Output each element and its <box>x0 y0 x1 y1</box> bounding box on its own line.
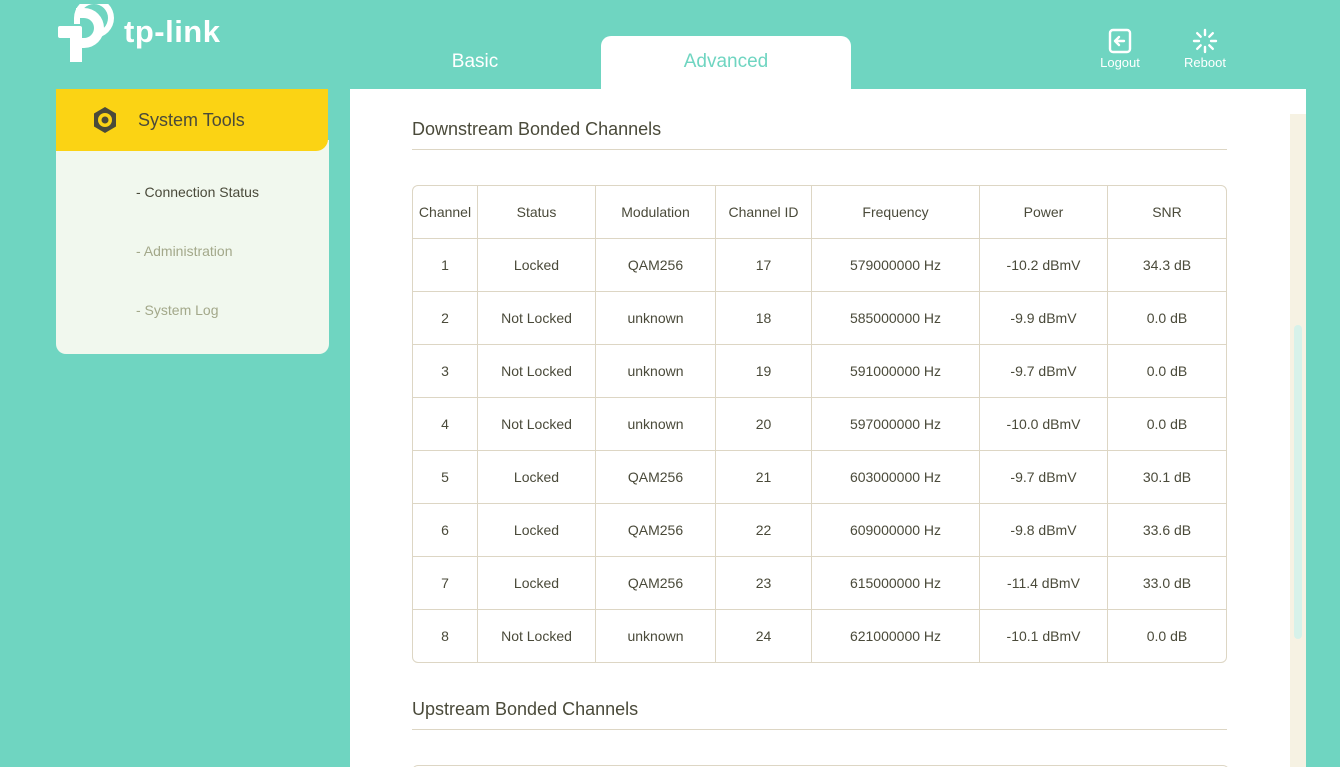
downstream-table: Channel Status Modulation Channel ID Fre… <box>412 185 1227 663</box>
tp-link-logo-icon <box>58 4 114 62</box>
cell-channel-id: 20 <box>716 398 812 451</box>
cell-frequency: 597000000 Hz <box>812 398 980 451</box>
tab-basic[interactable]: Basic <box>350 36 600 90</box>
cell-channel: 5 <box>413 451 478 504</box>
cell-channel-id: 21 <box>716 451 812 504</box>
downstream-title: Downstream Bonded Channels <box>412 119 662 139</box>
cell-status: Not Locked <box>478 398 596 451</box>
cell-channel: 6 <box>413 504 478 557</box>
logout-button[interactable]: Logout <box>1088 28 1152 70</box>
logo-text: tp-link <box>124 14 221 49</box>
cell-power: -10.1 dBmV <box>980 610 1108 662</box>
column-header-power: Power <box>980 186 1108 239</box>
cell-channel: 7 <box>413 557 478 610</box>
sidebar-item-system-log[interactable]: - System Log <box>136 302 259 361</box>
table-row: 5 Locked QAM256 21 603000000 Hz -9.7 dBmV 30.1… <box>413 451 1226 504</box>
cell-snr: 0.0 dB <box>1108 292 1226 345</box>
table-row: 7 Locked QAM256 23 615000000 Hz -11.4 dBmV 33.… <box>413 557 1226 610</box>
cell-snr: 33.6 dB <box>1108 504 1226 557</box>
cell-modulation: unknown <box>596 345 716 398</box>
sidebar-item-administration[interactable]: - Administration <box>136 243 259 302</box>
cell-frequency: 609000000 Hz <box>812 504 980 557</box>
cell-modulation: QAM256 <box>596 504 716 557</box>
cell-frequency: 585000000 Hz <box>812 292 980 345</box>
cell-channel: 2 <box>413 292 478 345</box>
logout-icon <box>1108 28 1132 54</box>
cell-channel-id: 19 <box>716 345 812 398</box>
column-header-channel-id: Channel ID <box>716 186 812 239</box>
cell-snr: 0.0 dB <box>1108 345 1226 398</box>
sidebar-section-label: System Tools <box>138 109 245 130</box>
table-row: 3 Not Locked unknown 19 591000000 Hz -9.7 dBm… <box>413 345 1226 398</box>
cell-power: -9.8 dBmV <box>980 504 1108 557</box>
sidebar-section-system-tools[interactable]: System Tools <box>56 89 328 151</box>
reboot-label: Reboot <box>1184 55 1226 70</box>
table-row: 8 Not Locked unknown 24 621000000 Hz -10.1 dB… <box>413 610 1226 662</box>
content-panel: Downstream Bonded Channels Channel Statu… <box>350 89 1306 767</box>
table-row: 4 Not Locked unknown 20 597000000 Hz -10.0 dB… <box>413 398 1226 451</box>
cell-frequency: 603000000 Hz <box>812 451 980 504</box>
reboot-icon <box>1192 28 1218 54</box>
cell-power: -11.4 dBmV <box>980 557 1108 610</box>
cell-frequency: 615000000 Hz <box>812 557 980 610</box>
table-row: 1 Locked QAM256 17 579000000 Hz -10.2 dBmV 34.… <box>413 239 1226 292</box>
cell-snr: 0.0 dB <box>1146 628 1188 644</box>
scrollbar-thumb[interactable] <box>1294 325 1302 639</box>
cell-snr: 34.3 dB <box>1108 239 1226 292</box>
tab-advanced[interactable]: Advanced <box>601 36 851 90</box>
cell-modulation: unknown <box>596 398 716 451</box>
column-header-channel: Channel <box>413 186 478 239</box>
upstream-title: Upstream Bonded Channels <box>412 699 639 719</box>
cell-snr: 0.0 dB <box>1108 398 1226 451</box>
upstream-divider <box>412 729 1227 730</box>
column-header-status: Status <box>478 186 596 239</box>
column-header-snr: SNR <box>1108 186 1226 239</box>
cell-frequency: 591000000 Hz <box>812 345 980 398</box>
cell-modulation: QAM256 <box>596 239 716 292</box>
cell-power: -9.9 dBmV <box>980 292 1108 345</box>
cell-status: Locked <box>478 557 596 610</box>
cell-power: -10.2 dBmV <box>980 239 1108 292</box>
cell-channel: 1 <box>413 239 478 292</box>
table-row: 2 Not Locked unknown 18 585000000 Hz -9.9 dBm… <box>413 292 1226 345</box>
sidebar-menu: - Connection Status - Administration - S… <box>136 184 259 361</box>
logout-label: Logout <box>1100 55 1140 70</box>
cell-frequency: 579000000 Hz <box>812 239 980 292</box>
cell-modulation: unknown <box>596 610 716 662</box>
cell-snr: 30.1 dB <box>1108 451 1226 504</box>
cell-modulation: unknown <box>596 292 716 345</box>
tp-link-logo: tp-link <box>56 4 221 66</box>
cell-power: -9.7 dBmV <box>980 345 1108 398</box>
sidebar-item-connection-status[interactable]: - Connection Status <box>136 184 259 243</box>
cell-status: Locked <box>478 451 596 504</box>
table-row: 6 Locked QAM256 22 609000000 Hz -9.8 dBmV 33.6… <box>413 504 1226 557</box>
reboot-button[interactable]: Reboot <box>1173 28 1237 70</box>
cell-modulation: QAM256 <box>596 557 716 610</box>
cell-status: Not Locked <box>478 610 596 662</box>
column-header-frequency: Frequency <box>812 186 980 239</box>
cell-channel: 4 <box>413 398 478 451</box>
cell-channel: 8 <box>413 610 478 662</box>
cell-snr: 33.0 dB <box>1108 557 1226 610</box>
cell-status: Locked <box>478 504 596 557</box>
table-header-row: Channel Status Modulation Channel ID Fre… <box>413 186 1226 239</box>
cell-power: -9.7 dBmV <box>980 451 1108 504</box>
downstream-divider <box>412 149 1227 150</box>
cell-power: -10.0 dBmV <box>980 398 1108 451</box>
cell-channel-id: 24 <box>716 610 812 662</box>
cell-channel-id: 23 <box>716 557 812 610</box>
cell-channel: 3 <box>413 345 478 398</box>
cell-frequency: 621000000 Hz <box>812 610 980 662</box>
cell-status: Not Locked <box>478 345 596 398</box>
cell-channel-id: 22 <box>716 504 812 557</box>
cell-status: Not Locked <box>478 292 596 345</box>
cell-modulation: QAM256 <box>596 451 716 504</box>
cell-channel-id: 17 <box>716 239 812 292</box>
gear-icon <box>94 107 116 133</box>
cell-channel-id: 18 <box>716 292 812 345</box>
column-header-modulation: Modulation <box>596 186 716 239</box>
cell-status: Locked <box>478 239 596 292</box>
